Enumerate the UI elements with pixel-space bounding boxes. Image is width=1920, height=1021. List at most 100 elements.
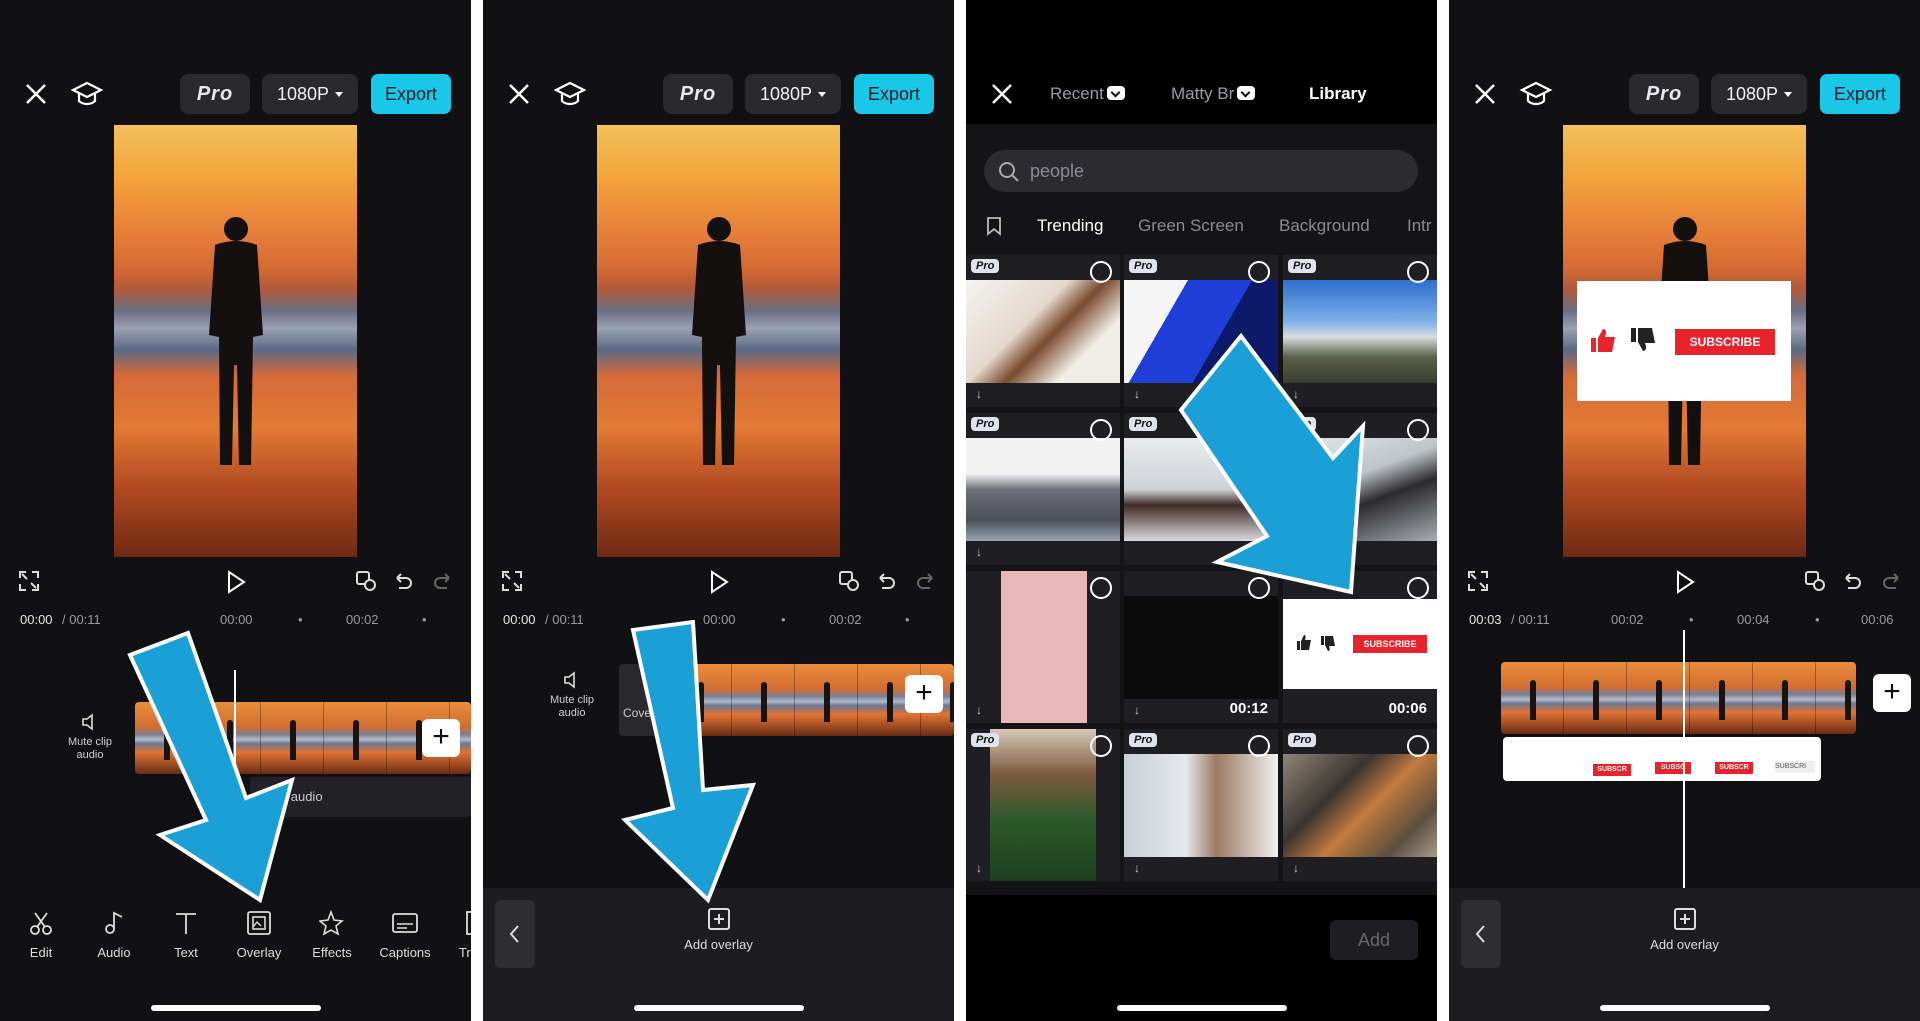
play-icon[interactable] [708, 570, 730, 594]
category-row: Trending Green Screen Background Intr [966, 212, 1437, 242]
tool-effects[interactable]: Effects [300, 909, 364, 960]
select-circle-icon[interactable] [1407, 261, 1429, 283]
mute-clip-audio-button[interactable]: Mute clip audio [542, 670, 602, 720]
export-button[interactable]: Export [854, 74, 934, 114]
redo-icon[interactable] [1881, 570, 1903, 592]
download-icon: ↓ [976, 387, 982, 401]
close-icon[interactable] [505, 80, 533, 108]
undo-icon[interactable] [875, 570, 897, 592]
tool-captions[interactable]: Captions [373, 910, 437, 960]
graduation-cap-icon[interactable] [70, 78, 104, 110]
play-icon[interactable] [1674, 570, 1696, 594]
select-circle-icon[interactable] [1090, 735, 1112, 757]
music-note-icon [105, 911, 123, 934]
add-clip-button[interactable]: + [905, 675, 943, 713]
undo-icon[interactable] [392, 570, 414, 592]
mute-clip-audio-button[interactable]: Mute clip audio [60, 712, 120, 762]
play-icon[interactable] [225, 570, 247, 594]
subscribe-overlay[interactable]: SUBSCRIBE [1577, 281, 1791, 401]
tool-label: Captions [379, 945, 431, 960]
keyframe-icon[interactable] [1804, 570, 1826, 592]
overlay-tile[interactable]: Pro ↓ [1124, 729, 1278, 881]
pro-button[interactable]: Pro [663, 74, 733, 114]
chevron-down-icon [1237, 86, 1256, 100]
tab-recent[interactable]: Recent [1050, 84, 1125, 104]
select-circle-icon[interactable] [1248, 735, 1270, 757]
video-preview[interactable] [597, 125, 840, 557]
fullscreen-icon[interactable] [1467, 570, 1489, 592]
overlay-tile[interactable]: Pro ↓ [1283, 729, 1437, 881]
resolution-dropdown[interactable]: 1080P [1711, 74, 1807, 114]
category-trending[interactable]: Trending [1037, 216, 1103, 236]
keyframe-icon[interactable] [355, 570, 377, 592]
select-circle-icon[interactable] [1407, 577, 1429, 599]
tool-label: Tran [458, 945, 471, 960]
caret-down-icon [1784, 91, 1793, 97]
redo-icon[interactable] [432, 570, 454, 592]
overlay-tile[interactable]: ↓ [966, 571, 1120, 723]
tool-overlay[interactable]: Overlay [227, 910, 291, 960]
timecode-row: 00:00 / 00:11 00:00 • 00:02 • [20, 612, 427, 627]
video-track[interactable] [1501, 662, 1856, 734]
overlay-tile[interactable]: Pro ↓ [966, 255, 1120, 407]
overlay-icon [247, 911, 271, 935]
pro-label: Pro [196, 82, 234, 105]
overlay-tile[interactable]: Pro ↓ [966, 729, 1120, 881]
pro-button[interactable]: Pro [180, 74, 250, 114]
tool-text[interactable]: Text [154, 910, 218, 960]
select-circle-icon[interactable] [1090, 261, 1112, 283]
tool-edit[interactable]: Edit [9, 910, 73, 960]
resolution-dropdown[interactable]: 1080P [745, 74, 841, 114]
select-circle-icon[interactable] [1407, 419, 1429, 441]
bottom-toolbar: Edit Audio Text Overlay Effects Captions… [0, 909, 471, 970]
pro-button[interactable]: Pro [1629, 74, 1699, 114]
tick-label: 00:02 [829, 612, 862, 627]
close-icon[interactable] [1471, 80, 1499, 108]
undo-icon[interactable] [1841, 570, 1863, 592]
select-circle-icon[interactable] [1090, 577, 1112, 599]
export-button[interactable]: Export [1820, 74, 1900, 114]
graduation-cap-icon[interactable] [553, 78, 587, 110]
add-overlay-icon [707, 908, 730, 930]
export-button[interactable]: Export [371, 74, 451, 114]
search-input[interactable]: people [984, 150, 1418, 192]
fullscreen-icon[interactable] [501, 570, 523, 592]
category-intro[interactable]: Intr [1407, 216, 1432, 236]
subscribe-button-thumb: SUBSCRIBE [1353, 635, 1427, 653]
resolution-dropdown[interactable]: 1080P [262, 74, 358, 114]
tick-label: 00:00 [220, 612, 253, 627]
bookmark-icon[interactable] [986, 216, 1002, 236]
close-icon[interactable] [22, 80, 50, 108]
graduation-cap-icon[interactable] [1519, 78, 1553, 110]
playhead[interactable] [1683, 630, 1685, 890]
keyframe-icon[interactable] [838, 570, 860, 592]
redo-icon[interactable] [915, 570, 937, 592]
select-circle-icon[interactable] [1090, 419, 1112, 441]
fullscreen-icon[interactable] [18, 570, 40, 592]
overlay-track[interactable]: SUBSCR SUBSC SUBSCR SUBSCRI [1503, 737, 1821, 781]
editor-screen-4: Pro 1080P Export SUBSCRIBE 00:03 / 00:11… [1449, 0, 1920, 1021]
add-clip-button[interactable]: + [1873, 674, 1911, 712]
overlay-tile[interactable]: Pro ↓ [966, 413, 1120, 565]
search-placeholder: people [1030, 161, 1085, 181]
select-circle-icon[interactable] [1248, 261, 1270, 283]
close-icon[interactable] [988, 80, 1016, 108]
tab-matty[interactable]: Matty Br [1171, 84, 1256, 104]
library-tabs: Recent Matty Br Library [966, 70, 1437, 118]
tick-label: 00:02 [346, 612, 379, 627]
tool-transitions[interactable]: Tran [440, 910, 471, 960]
add-button[interactable]: Add [1330, 920, 1418, 960]
add-overlay-button[interactable]: Add overlay [1449, 908, 1920, 952]
tab-library[interactable]: Library [1309, 84, 1367, 104]
add-overlay-button[interactable]: Add overlay [483, 908, 954, 952]
category-background[interactable]: Background [1279, 216, 1370, 236]
playback-controls [0, 566, 471, 602]
home-indicator [1599, 1005, 1770, 1011]
overlay-track-label: SUBSCRI [1775, 761, 1815, 773]
select-circle-icon[interactable] [1407, 735, 1429, 757]
category-green-screen[interactable]: Green Screen [1138, 216, 1244, 236]
video-preview[interactable]: SUBSCRIBE [1563, 125, 1806, 557]
add-clip-button[interactable]: + [422, 719, 460, 757]
video-preview[interactable] [114, 125, 357, 557]
tool-audio[interactable]: Audio [82, 910, 146, 960]
